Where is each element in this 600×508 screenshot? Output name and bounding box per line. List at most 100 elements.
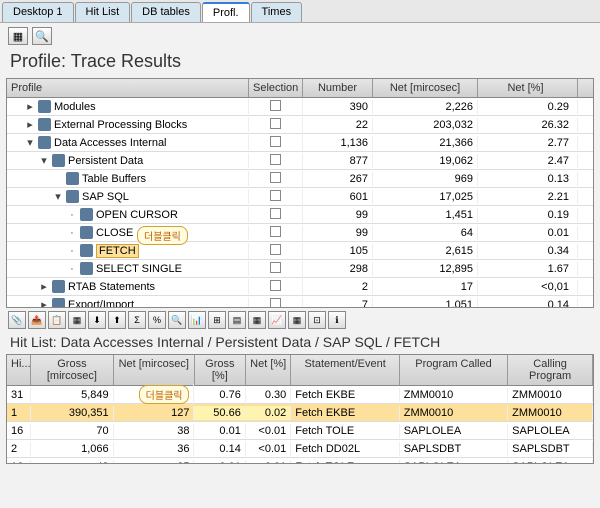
toolbar-btn-3[interactable]: ▦: [68, 311, 86, 329]
toolbar-btn-11[interactable]: ▤: [228, 311, 246, 329]
col-netpct[interactable]: Net [%]: [478, 79, 578, 97]
hit-row[interactable]: 21,066360.14<0.01Fetch DD02LSAPLSDBTSAPL…: [7, 440, 593, 458]
checkbox[interactable]: [270, 298, 281, 309]
toolbar-btn-8[interactable]: 🔍: [168, 311, 186, 329]
tab-profl[interactable]: Profl.: [202, 2, 250, 22]
tab-desktop1[interactable]: Desktop 1: [2, 2, 74, 22]
folder-icon: [80, 226, 93, 239]
cell-np: 0.02: [246, 406, 291, 420]
hit-row[interactable]: 1670380.01<0.01Fetch TOLESAPLOLEASAPLOLE…: [7, 422, 593, 440]
cell-nm: 38: [114, 424, 195, 438]
checkbox[interactable]: [270, 208, 281, 219]
folder-icon: [80, 262, 93, 275]
checkbox[interactable]: [270, 244, 281, 255]
tree-row[interactable]: ·CLOSE99640.01: [7, 224, 593, 242]
col-selection[interactable]: Selection: [249, 79, 303, 97]
toolbar-btn-9[interactable]: 📊: [188, 311, 206, 329]
tree-toggle-icon[interactable]: ·: [67, 245, 77, 257]
tree-row[interactable]: ▸Export/Import71,0510.14: [7, 296, 593, 308]
checkbox[interactable]: [270, 154, 281, 165]
tree-toggle-icon[interactable]: ▸: [25, 118, 35, 131]
tree-label: RTAB Statements: [68, 281, 155, 293]
toolbar-btn-5[interactable]: ⬆: [108, 311, 126, 329]
tree-label: CLOSE: [96, 227, 133, 239]
tree-row[interactable]: ▾SAP SQL60117,0252.21: [7, 188, 593, 206]
tree-row[interactable]: ▸External Processing Blocks22203,03226.3…: [7, 116, 593, 134]
tree-toggle-icon[interactable]: ·: [67, 209, 77, 221]
tool-find-icon[interactable]: 🔍: [32, 27, 52, 45]
checkbox[interactable]: [270, 172, 281, 183]
cell-ev: Fetch DD02L: [291, 442, 399, 456]
cell-gm: 70: [31, 424, 114, 438]
cell-net: 12,895: [373, 262, 478, 276]
cell-pct: 2.77: [478, 136, 578, 150]
cell-nm: 36: [114, 442, 195, 456]
tree-row[interactable]: ▸Modules3902,2260.29: [7, 98, 593, 116]
col-profile[interactable]: Profile: [7, 79, 249, 97]
toolbar-btn-14[interactable]: ▦: [288, 311, 306, 329]
cell-pct: 0.19: [478, 208, 578, 222]
checkbox[interactable]: [270, 226, 281, 237]
toolbar-btn-7[interactable]: %: [148, 311, 166, 329]
tree-toggle-icon[interactable]: ▸: [25, 100, 35, 113]
cell-np: 0.30: [246, 388, 291, 402]
cell-number: 877: [303, 154, 373, 168]
cell-nm: 더블클릭: [114, 384, 195, 405]
col-net[interactable]: Net [mircosec]: [373, 79, 478, 97]
tree-toggle-icon[interactable]: ▸: [39, 280, 49, 293]
checkbox[interactable]: [270, 118, 281, 129]
folder-icon: [66, 190, 79, 203]
hit-row[interactable]: 315,849더블클릭0.760.30Fetch EKBEZMM0010ZMM0…: [7, 386, 593, 404]
toolbar-btn-0[interactable]: 📎: [8, 311, 26, 329]
cell-gm: 5,849: [31, 388, 114, 402]
tab-dbtables[interactable]: DB tables: [131, 2, 201, 22]
cell-pct: 0.14: [478, 298, 578, 309]
tree-toggle-icon[interactable]: ▾: [53, 190, 63, 203]
checkbox[interactable]: [270, 190, 281, 201]
tree-row[interactable]: ▸RTAB Statements217<0,01: [7, 278, 593, 296]
hitlist-title: Hit List: Data Accesses Internal / Persi…: [0, 332, 600, 354]
checkbox[interactable]: [270, 262, 281, 273]
col-number[interactable]: Number: [303, 79, 373, 97]
tree-toggle-icon[interactable]: ·: [67, 227, 77, 239]
cell-np: <0.01: [246, 442, 291, 456]
tree-label: Data Accesses Internal: [54, 137, 167, 149]
checkbox[interactable]: [270, 100, 281, 111]
toolbar-btn-10[interactable]: ⊞: [208, 311, 226, 329]
tree-row[interactable]: ·SELECT SINGLE29812,8951.67: [7, 260, 593, 278]
folder-icon: [80, 244, 93, 257]
tree-toggle-icon[interactable]: ▸: [39, 298, 49, 308]
checkbox[interactable]: [270, 136, 281, 147]
cell-cp: SAPLOLEA: [508, 460, 593, 465]
hit-row[interactable]: 1390,35112750.660.02Fetch EKBEZMM0010ZMM…: [7, 404, 593, 422]
hit-row[interactable]: 1648250.01<0.01Fetch TOLESAPLOLEASAPLOLE…: [7, 458, 593, 464]
cell-pct: 2.21: [478, 190, 578, 204]
toolbar-btn-16[interactable]: ℹ: [328, 311, 346, 329]
toolbar-btn-12[interactable]: ▦: [248, 311, 266, 329]
tree-row[interactable]: Table Buffers2679690.13: [7, 170, 593, 188]
toolbar-btn-6[interactable]: Σ: [128, 311, 146, 329]
cell-number: 99: [303, 208, 373, 222]
tree-row[interactable]: ·OPEN CURSOR991,4510.19: [7, 206, 593, 224]
toolbar-btn-4[interactable]: ⬇: [88, 311, 106, 329]
toolbar-btn-15[interactable]: ⊡: [308, 311, 326, 329]
tree-row[interactable]: ▾Data Accesses Internal1,13621,3662.77: [7, 134, 593, 152]
tab-hitlist[interactable]: Hit List: [75, 2, 131, 22]
cell-pct: 1.67: [478, 262, 578, 276]
cell-pct: 0.13: [478, 172, 578, 186]
toolbar-btn-2[interactable]: 📋: [48, 311, 66, 329]
tree-label: Persistent Data: [68, 155, 143, 167]
tree-toggle-icon[interactable]: ▾: [25, 136, 35, 149]
cell-number: 601: [303, 190, 373, 204]
tree-toggle-icon[interactable]: ·: [67, 263, 77, 275]
tool-tree-icon[interactable]: ▦: [8, 27, 28, 45]
tree-row[interactable]: ·FETCH1052,6150.34: [7, 242, 593, 260]
tree-row[interactable]: ▾Persistent Data87719,0622.47: [7, 152, 593, 170]
cell-gp: 0.14: [194, 442, 245, 456]
checkbox[interactable]: [270, 280, 281, 291]
toolbar-btn-13[interactable]: 📈: [268, 311, 286, 329]
tree-toggle-icon[interactable]: ▾: [39, 154, 49, 167]
tree-label: SAP SQL: [82, 191, 129, 203]
tab-times[interactable]: Times: [251, 2, 303, 22]
toolbar-btn-1[interactable]: 📤: [28, 311, 46, 329]
